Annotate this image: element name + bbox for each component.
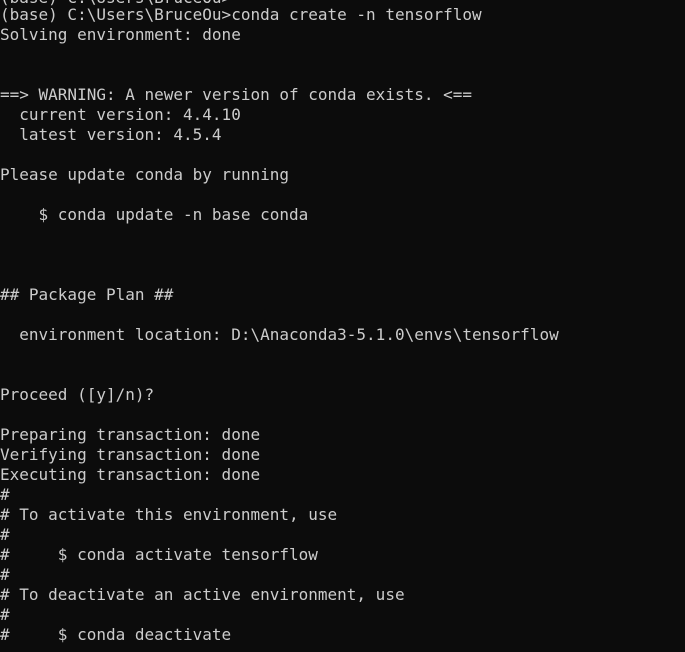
terminal-line: Verifying transaction: done [0, 445, 261, 464]
terminal-line: latest version: 4.5.4 [0, 125, 222, 144]
terminal-line: Preparing transaction: done [0, 425, 261, 444]
terminal-window[interactable]: (base) C:\Users\BruceOu> (base) C:\Users… [0, 0, 685, 652]
terminal-line: ## Package Plan ## [0, 285, 174, 304]
terminal-line: environment location: D:\Anaconda3-5.1.0… [0, 325, 559, 344]
terminal-line: # $ conda activate tensorflow [0, 545, 318, 564]
terminal-line: # $ conda deactivate [0, 625, 232, 644]
terminal-line: (base) C:\Users\BruceOu>conda create -n … [0, 5, 482, 24]
terminal-line: # To activate this environment, use [0, 505, 338, 524]
terminal-line: Executing transaction: done [0, 465, 261, 484]
terminal-line: Solving environment: done [0, 25, 241, 44]
terminal-line: # [0, 485, 10, 504]
terminal-line: # [0, 565, 10, 584]
terminal-line: Please update conda by running [0, 165, 289, 184]
terminal-line: # To deactivate an active environment, u… [0, 585, 405, 604]
terminal-line: current version: 4.4.10 [0, 105, 241, 124]
terminal-line: $ conda update -n base conda [0, 205, 309, 224]
terminal-line: # [0, 525, 10, 544]
terminal-line: Proceed ([y]/n)? [0, 385, 155, 404]
terminal-line: # [0, 605, 10, 624]
terminal-line: ==> WARNING: A newer version of conda ex… [0, 85, 473, 104]
